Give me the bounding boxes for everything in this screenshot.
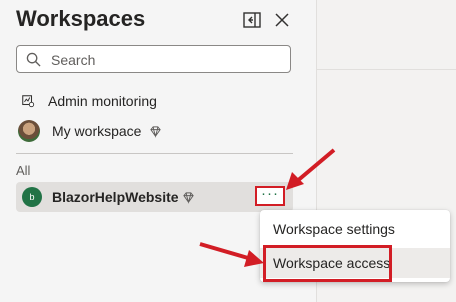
search-input[interactable] (49, 50, 283, 70)
more-options-button[interactable]: ··· (255, 186, 285, 206)
divider (16, 153, 293, 154)
nav-item-my-workspace[interactable]: My workspace (18, 119, 162, 143)
search-icon (26, 52, 41, 67)
workspace-avatar: b (22, 187, 42, 207)
panel-title: Workspaces (16, 6, 146, 31)
workspace-row-blazorhelpwebsite[interactable]: b BlazorHelpWebsite (16, 182, 293, 212)
annotation-arrow-icon (286, 148, 336, 190)
search-box[interactable] (16, 45, 291, 73)
avatar (18, 120, 40, 142)
workspace-name: BlazorHelpWebsite (52, 189, 179, 205)
nav-item-admin-monitoring[interactable]: Admin monitoring (18, 89, 157, 113)
content-divider (317, 69, 456, 70)
annotation-arrow-icon (199, 242, 264, 267)
nav-item-label: Admin monitoring (48, 93, 157, 109)
nav-item-label: My workspace (52, 123, 142, 139)
section-label-all: All (16, 163, 31, 178)
admin-monitoring-icon (18, 91, 38, 111)
close-icon[interactable] (272, 10, 292, 30)
menu-item-label: Workspace settings (273, 221, 395, 237)
menu-item-workspace-settings[interactable]: Workspace settings (260, 214, 450, 244)
pin-pane-icon[interactable] (242, 10, 262, 30)
premium-diamond-icon (182, 191, 195, 204)
annotation-highlight-box (263, 245, 392, 282)
premium-diamond-icon (149, 125, 162, 138)
